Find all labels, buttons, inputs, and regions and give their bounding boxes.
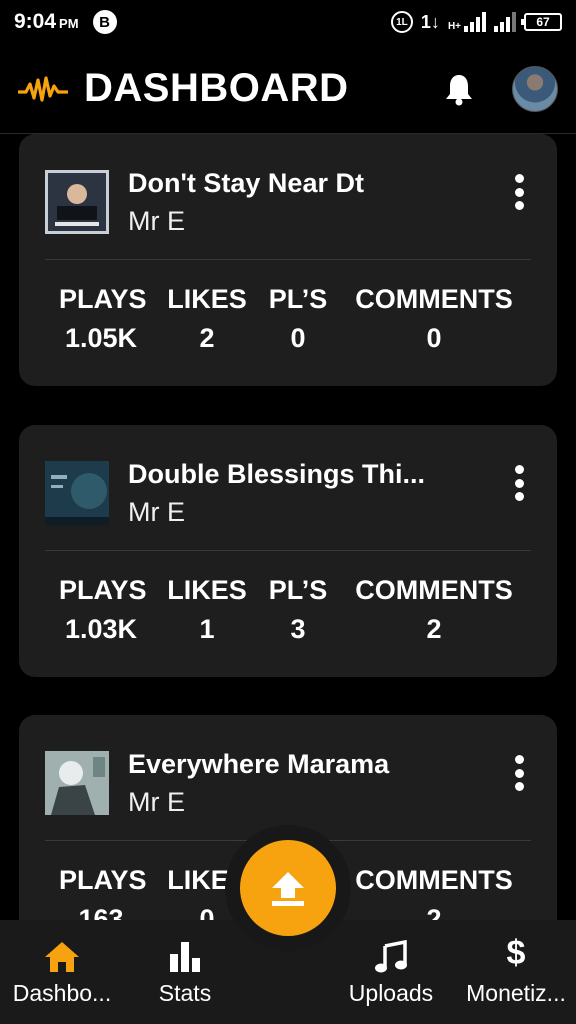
audiomack-logo-icon [18,75,68,102]
stat-likes: LIKES 1 [167,575,247,645]
stat-value: 163 [78,904,124,920]
track-artist[interactable]: Mr E [128,497,185,528]
track-title[interactable]: Double Blessings Thi... [128,459,425,490]
nav-monetization[interactable]: $ Monetiz... [456,920,576,1024]
nav-dashboard[interactable]: Dashbo... [0,920,124,1024]
stat-label: PL’S [268,284,328,314]
track-artist[interactable]: Mr E [128,206,185,237]
stat-label: PLAYS [59,284,147,314]
stat-comments: COMMENTS 2 [349,865,519,920]
stat-label: PLAYS [59,575,147,605]
track-title[interactable]: Don't Stay Near Dt [128,168,364,199]
sim-icon: 1L [390,11,413,33]
stat-likes: LIKES 2 [167,284,247,354]
network-type: H+ [447,21,461,32]
stat-value: 0 [426,323,442,353]
stat-comments: COMMENTS 2 [349,575,519,645]
home-icon [45,942,79,972]
nav-label: Uploads [348,980,434,1006]
nav-label: Dashbo... [12,980,112,1006]
track-card[interactable]: Don't Stay Near Dt Mr E PLAYS 1.05K LIKES… [19,134,557,386]
stat-plays: PLAYS 1.03K [59,575,147,645]
track-artist[interactable]: Mr E [128,787,185,818]
stat-label: COMMENTS [355,284,513,314]
stat-label: COMMENTS [355,865,513,895]
bar-chart-icon [170,942,200,972]
stat-value: 1.03K [64,614,138,644]
stat-value: 0 [290,323,306,353]
upload-button[interactable] [240,840,336,936]
nav-stats[interactable]: Stats [124,920,246,1024]
data-arrows-icon: 1↓ [420,11,440,32]
page-title: DASHBOARD [84,66,349,110]
track-card[interactable]: Double Blessings Thi... Mr E PLAYS 1.03K … [19,425,557,677]
more-options-icon[interactable] [505,463,533,503]
track-artwork[interactable] [45,751,109,815]
stat-value: 2 [426,904,442,920]
more-options-icon[interactable] [505,172,533,212]
track-title[interactable]: Everywhere Marama [128,749,389,780]
stat-pls: PL’S 3 [267,575,329,645]
track-artwork[interactable] [45,170,109,234]
music-note-icon [375,940,407,973]
stat-comments: COMMENTS 0 [349,284,519,354]
more-options-icon[interactable] [505,753,533,793]
stat-label: LIKES [167,284,247,314]
bell-icon[interactable] [444,72,474,106]
stat-label: LIKES [167,575,247,605]
status-ampm: PM [59,16,79,31]
track-artwork[interactable] [45,461,109,525]
nav-label: Monetiz... [466,980,566,1006]
dollar-icon: $ [506,934,526,972]
stat-value: 2 [426,614,442,644]
b-notification-icon: B [92,10,117,34]
stat-label: PL’S [268,575,328,605]
nav-label: Stats [158,980,212,1006]
battery-level: 67 [536,15,550,29]
stat-value: 3 [290,614,306,644]
app-header: DASHBOARD [0,44,576,134]
status-icons: 1L 1↓ H+ 67 [390,11,562,33]
divider [45,550,531,551]
signal-icon [464,12,486,32]
stat-value: 1 [199,614,215,644]
status-time: 9:04 PM [14,10,79,33]
stat-plays: PLAYS 1.05K [59,284,147,354]
stat-pls: PL’S 0 [267,284,329,354]
stat-label: COMMENTS [355,575,513,605]
track-feed[interactable]: Don't Stay Near Dt Mr E PLAYS 1.05K LIKES… [0,134,576,920]
stat-value: 2 [199,323,215,353]
stat-label: PLAYS [59,865,147,895]
stat-value: 1.05K [64,323,138,353]
stat-plays: PLAYS 163 [59,865,147,920]
upload-icon [272,872,304,906]
divider [45,259,531,260]
signal-2-icon [494,12,516,32]
status-bar: 9:04 PM B 1L 1↓ H+ 67 [0,0,576,44]
battery-icon: 67 [521,13,562,31]
nav-uploads[interactable]: Uploads [330,920,452,1024]
avatar[interactable] [512,65,558,112]
